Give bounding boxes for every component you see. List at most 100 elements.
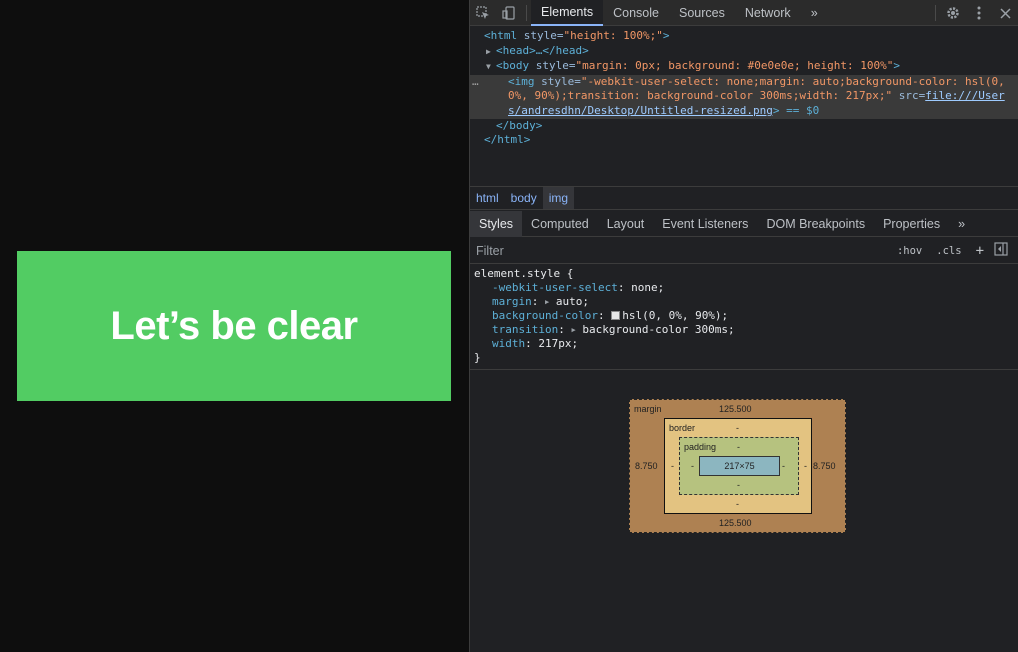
tab-console[interactable]: Console bbox=[603, 0, 669, 26]
property-name[interactable]: transition bbox=[492, 323, 558, 336]
img-tag: <img bbox=[508, 74, 535, 88]
expand-arrow-icon[interactable]: ▶ bbox=[486, 45, 496, 60]
displayed-image[interactable]: Let’s be clear bbox=[17, 251, 451, 401]
body-close-bracket: > bbox=[893, 59, 901, 73]
dom-node-body[interactable]: ▼ <body style="margin: 0px; background: #… bbox=[470, 59, 1018, 75]
property-name[interactable]: background-color bbox=[492, 309, 598, 322]
more-subtabs-button[interactable]: » bbox=[949, 211, 974, 237]
image-text: Let’s be clear bbox=[110, 303, 358, 348]
devtools-panel: Elements Console Sources Network » <html… bbox=[469, 0, 1018, 652]
more-options-icon[interactable] bbox=[966, 0, 992, 26]
style-property[interactable]: background-color: hsl(0, 0%, 90%); bbox=[474, 309, 1014, 323]
body-attr: style bbox=[535, 59, 569, 73]
more-tabs-button[interactable]: » bbox=[801, 0, 828, 26]
border-right-value[interactable]: - bbox=[804, 461, 807, 471]
dom-tree: <html style="height: 100%;"> ▶ <head>…</h… bbox=[470, 26, 1018, 186]
dom-node-body-close[interactable]: </body> bbox=[470, 119, 1018, 134]
tab-properties[interactable]: Properties bbox=[874, 211, 949, 237]
border-bottom-value[interactable]: - bbox=[736, 499, 739, 509]
hov-button[interactable]: :hov bbox=[893, 245, 926, 257]
style-property[interactable]: transition: ▶ background-color 300ms; bbox=[474, 323, 1014, 337]
tab-dom-breakpoints[interactable]: DOM Breakpoints bbox=[757, 211, 874, 237]
content-size-value[interactable]: 217×75 bbox=[724, 461, 754, 471]
html-attr-value: "height: 100%;" bbox=[563, 29, 663, 42]
img-src-link-cont[interactable]: s/andresdhn/Desktop/Untitled-resized.png bbox=[508, 104, 773, 117]
tab-network[interactable]: Network bbox=[735, 0, 801, 26]
settings-gear-icon[interactable] bbox=[940, 0, 966, 26]
sidebar-tabs: Styles Computed Layout Event Listeners D… bbox=[470, 210, 1018, 237]
padding-label: padding bbox=[684, 442, 717, 452]
border-top-value[interactable]: - bbox=[736, 423, 739, 433]
margin-top-value[interactable]: 125.500 bbox=[719, 404, 752, 414]
margin-left-value[interactable]: 8.750 bbox=[635, 461, 658, 471]
padding-left-value[interactable]: - bbox=[691, 461, 694, 471]
dom-node-img-selected[interactable]: … <img style="-webkit-user-select: none;m… bbox=[470, 74, 1018, 119]
box-model-border[interactable]: border - - - - padding - - - - 217×75 bbox=[664, 418, 812, 514]
toolbar-divider bbox=[935, 5, 936, 21]
breadcrumb-html[interactable]: html bbox=[470, 187, 505, 209]
margin-right-value[interactable]: 8.750 bbox=[813, 461, 836, 471]
padding-right-value[interactable]: - bbox=[782, 461, 785, 471]
img-src-attr: src bbox=[898, 89, 919, 103]
tab-elements[interactable]: Elements bbox=[531, 0, 604, 26]
page-viewport: Let’s be clear bbox=[0, 0, 469, 652]
breadcrumb-body[interactable]: body bbox=[505, 187, 543, 209]
img-style-line1: "-webkit-user-select: none;margin: auto;… bbox=[580, 74, 1005, 88]
body-close-tag: </body> bbox=[496, 118, 543, 132]
new-style-rule-button[interactable]: + bbox=[972, 243, 988, 259]
border-label: border bbox=[669, 423, 696, 433]
border-left-value[interactable]: - bbox=[671, 461, 674, 471]
row-ellipsis[interactable]: … bbox=[472, 75, 508, 90]
html-close-tag: </html> bbox=[484, 133, 531, 147]
property-value[interactable]: background-color 300ms; bbox=[582, 323, 734, 336]
property-name[interactable]: -webkit-user-select bbox=[492, 281, 618, 294]
tab-event-listeners[interactable]: Event Listeners bbox=[653, 211, 757, 237]
dom-node-head[interactable]: ▶ <head>…</head> bbox=[470, 44, 1018, 60]
padding-top-value[interactable]: - bbox=[737, 442, 740, 452]
device-toolbar-icon[interactable] bbox=[496, 0, 522, 26]
dom-node-html-close[interactable]: </html> bbox=[470, 133, 1018, 148]
padding-bottom-value[interactable]: - bbox=[737, 480, 740, 490]
style-property[interactable]: width: 217px; bbox=[474, 337, 1014, 351]
styles-filter-input[interactable] bbox=[470, 239, 870, 262]
style-property[interactable]: margin: ▶ auto; bbox=[474, 295, 1014, 309]
style-close-brace: } bbox=[474, 351, 481, 364]
toolbar-divider bbox=[526, 4, 527, 21]
box-model-margin[interactable]: margin 125.500 125.500 8.750 8.750 borde… bbox=[629, 399, 846, 533]
cls-button[interactable]: .cls bbox=[932, 245, 965, 257]
property-value[interactable]: 217px; bbox=[538, 337, 578, 350]
close-icon[interactable] bbox=[992, 0, 1018, 26]
dom-node-html[interactable]: <html style="height: 100%;"> bbox=[470, 29, 1018, 44]
tab-computed[interactable]: Computed bbox=[522, 211, 598, 237]
img-close-tag: > == $0 bbox=[772, 103, 820, 117]
property-value[interactable]: none; bbox=[631, 281, 664, 294]
expand-triangle-icon[interactable]: ▶ bbox=[571, 326, 575, 334]
collapse-arrow-icon[interactable]: ▼ bbox=[486, 60, 496, 75]
devtools-toolbar: Elements Console Sources Network » bbox=[470, 0, 1018, 26]
property-name[interactable]: width bbox=[492, 337, 525, 350]
color-swatch-icon[interactable] bbox=[611, 311, 621, 320]
property-value[interactable]: hsl(0, 0%, 90%); bbox=[622, 309, 728, 322]
breadcrumb-img[interactable]: img bbox=[542, 187, 575, 209]
box-model-diagram: margin 125.500 125.500 8.750 8.750 borde… bbox=[629, 399, 846, 533]
img-attr: style bbox=[541, 74, 575, 88]
img-src-link[interactable]: file:///User bbox=[925, 89, 1004, 102]
box-model-padding[interactable]: padding - - - - 217×75 bbox=[679, 437, 799, 495]
breadcrumb: html body img bbox=[470, 186, 1018, 210]
property-value[interactable]: auto; bbox=[556, 295, 589, 308]
html-attr: style bbox=[523, 29, 557, 42]
style-selector[interactable]: element.style { bbox=[474, 267, 1014, 281]
margin-bottom-value[interactable]: 125.500 bbox=[719, 518, 752, 528]
inspect-element-icon[interactable] bbox=[470, 0, 496, 26]
html-close-bracket: > bbox=[662, 29, 670, 42]
body-attr-value: "margin: 0px; background: #0e0e0e; heigh… bbox=[575, 59, 894, 73]
toggle-computed-sidebar-icon[interactable] bbox=[994, 242, 1008, 259]
tab-sources[interactable]: Sources bbox=[669, 0, 735, 26]
box-model-content[interactable]: 217×75 bbox=[699, 456, 780, 476]
tab-styles[interactable]: Styles bbox=[470, 210, 523, 237]
property-name[interactable]: margin bbox=[492, 295, 532, 308]
styles-pane: element.style { -webkit-user-select: non… bbox=[470, 264, 1018, 370]
style-property[interactable]: -webkit-user-select: none; bbox=[474, 281, 1014, 295]
tab-layout[interactable]: Layout bbox=[598, 211, 654, 237]
expand-triangle-icon[interactable]: ▶ bbox=[545, 298, 549, 306]
